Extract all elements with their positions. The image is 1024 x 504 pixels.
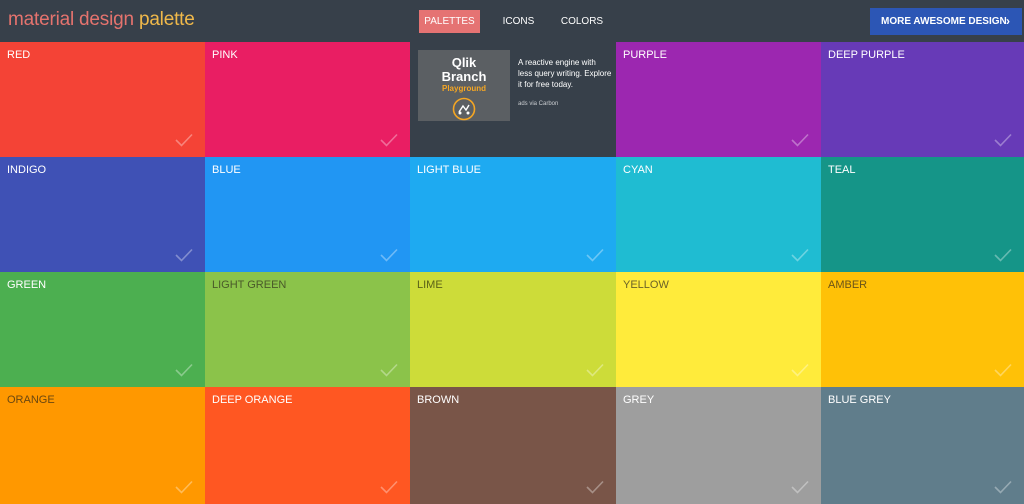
color-name: GREEN (7, 279, 47, 291)
checkmark-icon (586, 480, 604, 494)
checkmark-icon (380, 248, 398, 262)
color-name: BLUE GREY (828, 394, 891, 406)
color-name: CYAN (623, 164, 653, 176)
color-tile-teal[interactable]: TEAL (821, 157, 1024, 272)
ad-image[interactable]: Qlik Branch Playground (418, 50, 510, 121)
color-name: LIGHT BLUE (417, 164, 481, 176)
checkmark-icon (791, 133, 809, 147)
color-tile-grey[interactable]: GREY (616, 387, 821, 504)
color-name: INDIGO (7, 164, 47, 176)
checkmark-icon (994, 248, 1012, 262)
checkmark-icon (994, 133, 1012, 147)
checkmark-icon (994, 480, 1012, 494)
color-tile-pink[interactable]: PINK (205, 42, 410, 157)
checkmark-icon (175, 363, 193, 377)
carbon-ad: Qlik Branch Playground A reactive engine… (410, 42, 616, 157)
color-name: AMBER (828, 279, 868, 291)
color-tile-deep-orange[interactable]: DEEP ORANGE (205, 387, 410, 504)
color-tile-purple[interactable]: PURPLE (616, 42, 821, 157)
ad-text[interactable]: A reactive engine with less query writin… (518, 57, 612, 90)
color-tile-light-green[interactable]: LIGHT GREEN (205, 272, 410, 387)
color-name: GREY (623, 394, 655, 406)
checkmark-icon (586, 363, 604, 377)
color-tile-orange[interactable]: ORANGE (0, 387, 205, 504)
checkmark-icon (994, 363, 1012, 377)
color-name: TEAL (828, 164, 856, 176)
color-name: PINK (212, 49, 238, 61)
nav-icons[interactable]: ICONS (500, 10, 537, 33)
ads-via-carbon-link[interactable]: ads via Carbon (518, 100, 558, 108)
color-name: DEEP PURPLE (828, 49, 905, 61)
checkmark-icon (791, 363, 809, 377)
color-tile-deep-purple[interactable]: DEEP PURPLE (821, 42, 1024, 157)
checkmark-icon (586, 248, 604, 262)
color-name: BLUE (212, 164, 241, 176)
color-tile-red[interactable]: RED (0, 42, 205, 157)
color-tile-indigo[interactable]: INDIGO (0, 157, 205, 272)
color-name: PURPLE (623, 49, 668, 61)
color-name: ORANGE (7, 394, 55, 406)
color-tile-yellow[interactable]: YELLOW (616, 272, 821, 387)
nav-colors[interactable]: COLORS (559, 10, 605, 33)
checkmark-icon (380, 133, 398, 147)
checkmark-icon (380, 480, 398, 494)
brand-text-primary: material design (8, 9, 134, 30)
playground-badge-icon (452, 97, 476, 121)
color-name: RED (7, 49, 31, 61)
brand-text-accent: palette (138, 9, 195, 30)
checkmark-icon (175, 248, 193, 262)
checkmark-icon (380, 363, 398, 377)
top-navbar: material design palette PALETTES ICONS C… (0, 0, 1024, 42)
color-name: YELLOW (623, 279, 669, 291)
ad-logo-line2: Branch (441, 69, 487, 84)
color-tile-light-blue[interactable]: LIGHT BLUE (410, 157, 616, 272)
color-tile-amber[interactable]: AMBER (821, 272, 1024, 387)
color-name: LIME (417, 279, 443, 291)
ad-logo-line3: Playground (441, 84, 486, 93)
checkmark-icon (791, 480, 809, 494)
color-name: BROWN (417, 394, 460, 406)
color-tile-cyan[interactable]: CYAN (616, 157, 821, 272)
more-awesome-design-button[interactable]: MORE AWESOME DESIGN › (870, 8, 1022, 35)
color-tile-blue-grey[interactable]: BLUE GREY (821, 387, 1024, 504)
ad-logo-line1: Qlik (451, 55, 477, 70)
site-logo[interactable]: material design palette (8, 8, 195, 32)
color-tile-lime[interactable]: LIME (410, 272, 616, 387)
checkmark-icon (175, 480, 193, 494)
color-tile-blue[interactable]: BLUE (205, 157, 410, 272)
color-name: DEEP ORANGE (212, 394, 293, 406)
color-tile-green[interactable]: GREEN (0, 272, 205, 387)
checkmark-icon (791, 248, 809, 262)
checkmark-icon (175, 133, 193, 147)
color-tile-brown[interactable]: BROWN (410, 387, 616, 504)
cta-label: MORE AWESOME DESIGN (881, 16, 1007, 27)
nav-palettes[interactable]: PALETTES (419, 10, 480, 33)
color-name: LIGHT GREEN (212, 279, 287, 291)
chevron-right-icon: › (1006, 14, 1010, 28)
